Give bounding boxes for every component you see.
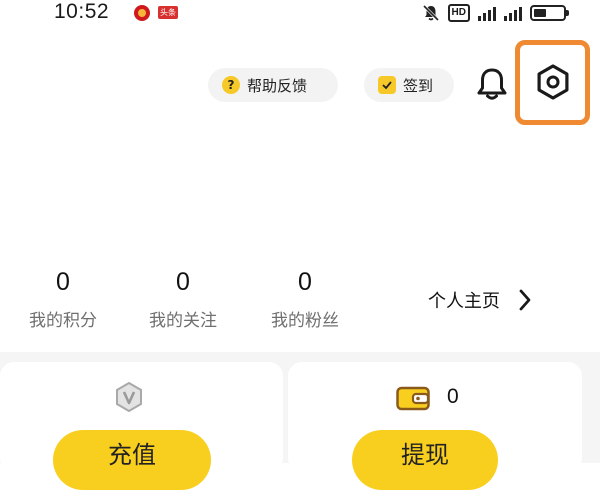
help-icon: ? [222,76,240,94]
status-icons: HD [422,2,569,24]
recharge-button[interactable]: 充值 [53,430,211,490]
wallet-balance: 0 [447,385,459,408]
stat-fans[interactable]: 0 我的粉丝 [250,268,360,331]
signal-icon [478,5,496,21]
points-value: 0 [56,268,70,296]
mute-bell-icon [422,4,439,22]
following-label: 我的关注 [149,311,217,331]
wallet-icon [396,386,430,411]
checkin-button[interactable]: 签到 [364,68,454,102]
bell-icon[interactable] [472,64,512,104]
withdraw-button[interactable]: 提现 [352,430,498,490]
points-label: 我的积分 [29,311,97,331]
status-time: 10:52 [54,0,110,23]
app-notification-icon [134,5,150,21]
settings-icon[interactable] [531,60,575,104]
status-bar: 10:52 头条 HD [0,0,600,30]
help-feedback-label: 帮助反馈 [247,76,308,95]
checkin-label: 签到 [403,76,434,95]
following-value: 0 [176,268,190,296]
profile-link-label: 个人主页 [428,291,500,312]
stat-points[interactable]: 0 我的积分 [8,268,118,331]
vip-icon [116,381,142,413]
hd-icon: HD [447,4,470,22]
signal-5g-icon [504,5,522,21]
stat-following[interactable]: 0 我的关注 [128,268,238,331]
help-feedback-button[interactable]: ? 帮助反馈 [208,68,338,102]
fans-label: 我的粉丝 [271,311,339,331]
checkin-icon [378,76,396,94]
notification-badge: 头条 [158,6,178,19]
battery-icon [530,5,569,21]
chevron-right-icon [519,289,531,311]
fans-value: 0 [298,268,312,296]
profile-link[interactable]: 个人主页 [428,287,532,313]
